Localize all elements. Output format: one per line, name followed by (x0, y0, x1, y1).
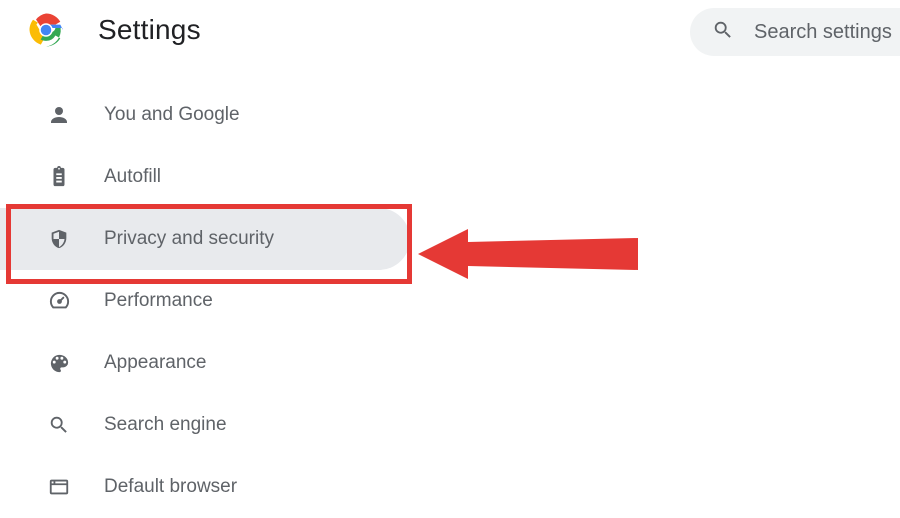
sidebar-item-label: Privacy and security (104, 228, 274, 250)
browser-icon (46, 474, 72, 500)
settings-sidebar: You and Google Autofill Privacy and secu… (0, 66, 410, 518)
palette-icon (46, 350, 72, 376)
sidebar-item-performance[interactable]: Performance (0, 270, 410, 332)
sidebar-item-label: Autofill (104, 166, 161, 188)
sidebar-item-label: You and Google (104, 104, 240, 126)
search-box[interactable] (690, 8, 900, 56)
shield-icon (46, 226, 72, 252)
clipboard-icon (46, 164, 72, 190)
person-icon (46, 102, 72, 128)
sidebar-item-appearance[interactable]: Appearance (0, 332, 410, 394)
speedometer-icon (46, 288, 72, 314)
sidebar-item-default-browser[interactable]: Default browser (0, 456, 410, 518)
sidebar-item-label: Appearance (104, 352, 206, 374)
sidebar-item-privacy-security[interactable]: Privacy and security (0, 208, 410, 270)
sidebar-item-label: Search engine (104, 414, 227, 436)
sidebar-item-label: Performance (104, 290, 213, 312)
chrome-logo-icon (28, 12, 64, 48)
sidebar-item-label: Default browser (104, 476, 237, 498)
page-title: Settings (98, 14, 201, 46)
magnifier-icon (46, 412, 72, 438)
sidebar-item-autofill[interactable]: Autofill (0, 146, 410, 208)
sidebar-item-you-and-google[interactable]: You and Google (0, 84, 410, 146)
search-icon (712, 19, 754, 46)
annotation-arrow-icon (418, 224, 648, 284)
sidebar-item-search-engine[interactable]: Search engine (0, 394, 410, 456)
search-input[interactable] (754, 21, 894, 44)
